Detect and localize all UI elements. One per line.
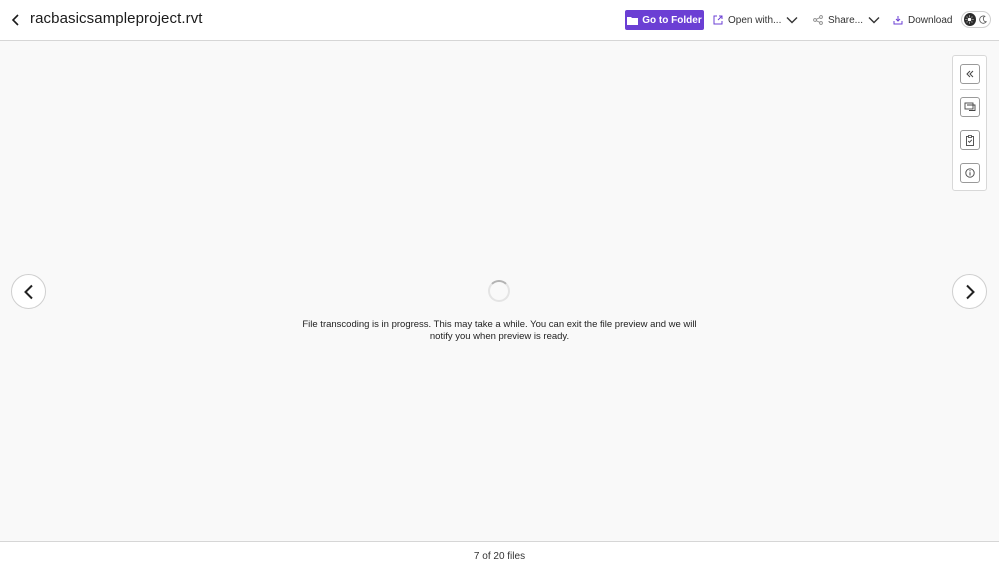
clipboard-check-icon	[966, 134, 974, 146]
file-title: racbasicsampleproject.rvt	[30, 10, 203, 27]
top-bar: racbasicsampleproject.rvt Go to Folder O…	[0, 0, 999, 41]
sun-icon	[964, 13, 976, 26]
external-link-icon	[713, 15, 723, 25]
folder-icon	[627, 16, 639, 25]
next-file-button[interactable]	[952, 274, 987, 309]
share-label: Share...	[828, 14, 864, 26]
download-button[interactable]: Download	[893, 10, 952, 30]
chevron-down-icon	[786, 17, 798, 24]
side-toolbar-divider	[960, 89, 980, 90]
chevron-left-icon	[23, 284, 33, 299]
info-icon	[965, 168, 975, 178]
chevron-left-icon	[11, 14, 19, 26]
download-label: Download	[908, 14, 953, 26]
transcoding-status-message: File transcoding is in progress. This ma…	[302, 319, 697, 342]
moon-icon	[979, 15, 987, 24]
share-button[interactable]: Share...	[813, 10, 880, 30]
open-with-label: Open with...	[728, 14, 782, 26]
tasks-button[interactable]	[960, 130, 980, 150]
previous-file-button[interactable]	[11, 274, 46, 309]
go-to-folder-label: Go to Folder	[642, 14, 702, 26]
file-counter: 7 of 20 files	[473, 551, 526, 562]
chevron-right-icon	[965, 284, 975, 299]
loading-spinner	[488, 280, 510, 302]
go-to-folder-button[interactable]: Go to Folder	[625, 10, 704, 30]
theme-toggle[interactable]	[961, 11, 991, 28]
side-toolbar	[952, 55, 987, 191]
double-chevron-left-icon	[966, 70, 974, 78]
share-icon	[813, 15, 823, 25]
open-with-button[interactable]: Open with...	[713, 10, 798, 30]
comments-button[interactable]	[960, 97, 980, 117]
collapse-panel-button[interactable]	[960, 64, 980, 84]
download-icon	[893, 16, 903, 25]
comments-icon	[964, 102, 976, 111]
chevron-down-icon	[868, 17, 880, 24]
back-button[interactable]	[6, 10, 26, 30]
footer-bar: 7 of 20 files	[0, 541, 999, 570]
info-button[interactable]	[960, 163, 980, 183]
